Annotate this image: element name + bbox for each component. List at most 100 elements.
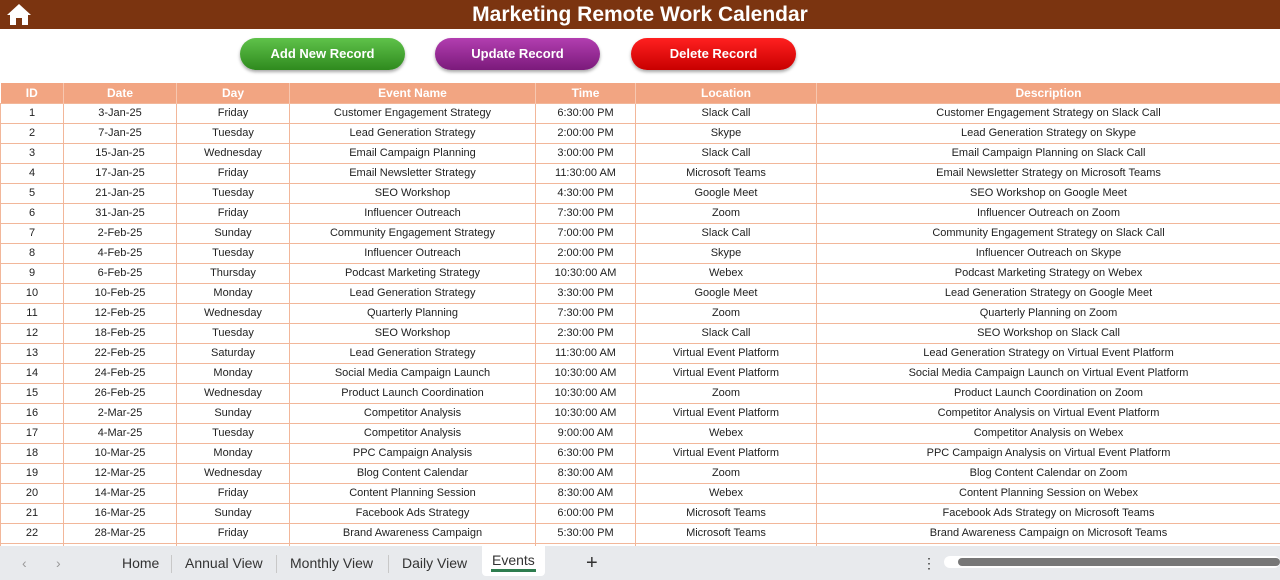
- table-cell[interactable]: 9: [0, 262, 64, 284]
- table-cell[interactable]: 20: [0, 482, 64, 504]
- table-cell[interactable]: 17-Jan-25: [63, 162, 177, 184]
- table-cell[interactable]: 9:00:00 AM: [535, 422, 636, 444]
- table-cell[interactable]: Wednesday: [176, 382, 290, 404]
- table-cell[interactable]: 7: [0, 222, 64, 244]
- table-cell[interactable]: Wednesday: [176, 302, 290, 324]
- table-cell[interactable]: 17: [0, 422, 64, 444]
- table-cell[interactable]: 10:30:00 AM: [535, 382, 636, 404]
- table-cell[interactable]: Virtual Event Platform: [635, 342, 817, 364]
- next-sheet-icon[interactable]: ›: [56, 546, 61, 580]
- table-row[interactable]: 22 28-Mar-25 Friday Brand Awareness Campaig…: [0, 522, 1280, 544]
- table-cell[interactable]: 12: [0, 322, 64, 344]
- table-cell[interactable]: Skype: [635, 242, 817, 264]
- update-record-button[interactable]: Update Record: [435, 38, 600, 70]
- table-cell[interactable]: Email Campaign Planning on Slack Call: [816, 142, 1280, 164]
- table-cell[interactable]: 12-Mar-25: [63, 462, 177, 484]
- table-cell[interactable]: 16-Mar-25: [63, 502, 177, 524]
- table-cell[interactable]: 10-Feb-25: [63, 282, 177, 304]
- table-cell[interactable]: 6:30:00 PM: [535, 102, 636, 124]
- table-cell[interactable]: 4: [0, 162, 64, 184]
- table-cell[interactable]: 18-Feb-25: [63, 322, 177, 344]
- table-cell[interactable]: 24-Feb-25: [63, 362, 177, 384]
- table-cell[interactable]: 15-Jan-25: [63, 142, 177, 164]
- table-cell[interactable]: 26-Feb-25: [63, 382, 177, 404]
- table-cell[interactable]: Community Engagement Strategy: [289, 222, 536, 244]
- table-cell[interactable]: Friday: [176, 102, 290, 124]
- table-cell[interactable]: Email Newsletter Strategy on Microsoft T…: [816, 162, 1280, 184]
- table-cell[interactable]: 2-Feb-25: [63, 222, 177, 244]
- table-cell[interactable]: Friday: [176, 482, 290, 504]
- table-cell[interactable]: 10-Mar-25: [63, 442, 177, 464]
- table-row[interactable]: 18 10-Mar-25 Monday PPC Campaign Analysis 6:…: [0, 442, 1280, 464]
- table-cell[interactable]: SEO Workshop on Slack Call: [816, 322, 1280, 344]
- table-cell[interactable]: 3: [0, 142, 64, 164]
- tab-monthly-view[interactable]: Monthly View: [290, 546, 373, 580]
- table-cell[interactable]: 10:30:00 AM: [535, 362, 636, 384]
- table-cell[interactable]: Brand Awareness Campaign on Microsoft Te…: [816, 522, 1280, 544]
- home-icon[interactable]: [6, 3, 32, 26]
- tab-home[interactable]: Home: [122, 546, 159, 580]
- table-cell[interactable]: 2:00:00 PM: [535, 122, 636, 144]
- table-cell[interactable]: 10:30:00 AM: [535, 402, 636, 424]
- table-cell[interactable]: Product Launch Coordination: [289, 382, 536, 404]
- table-cell[interactable]: 21-Jan-25: [63, 182, 177, 204]
- table-cell[interactable]: 3-Jan-25: [63, 102, 177, 124]
- table-cell[interactable]: Webex: [635, 262, 817, 284]
- table-cell[interactable]: Tuesday: [176, 322, 290, 344]
- table-cell[interactable]: PPC Campaign Analysis: [289, 442, 536, 464]
- table-cell[interactable]: Microsoft Teams: [635, 502, 817, 524]
- table-cell[interactable]: Friday: [176, 522, 290, 544]
- table-cell[interactable]: 21: [0, 502, 64, 524]
- table-cell[interactable]: Social Media Campaign Launch on Virtual …: [816, 362, 1280, 384]
- table-cell[interactable]: Podcast Marketing Strategy on Webex: [816, 262, 1280, 284]
- table-cell[interactable]: Friday: [176, 162, 290, 184]
- table-cell[interactable]: Customer Engagement Strategy: [289, 102, 536, 124]
- table-cell[interactable]: 3:00:00 PM: [535, 142, 636, 164]
- table-cell[interactable]: Skype: [635, 122, 817, 144]
- table-cell[interactable]: 19: [0, 462, 64, 484]
- table-cell[interactable]: Influencer Outreach on Zoom: [816, 202, 1280, 224]
- table-row[interactable]: 20 14-Mar-25 Friday Content Planning Sessio…: [0, 482, 1280, 504]
- table-cell[interactable]: Product Launch Coordination on Zoom: [816, 382, 1280, 404]
- table-cell[interactable]: Virtual Event Platform: [635, 442, 817, 464]
- table-cell[interactable]: Tuesday: [176, 242, 290, 264]
- table-cell[interactable]: 4:30:00 PM: [535, 182, 636, 204]
- table-cell[interactable]: Lead Generation Strategy: [289, 122, 536, 144]
- table-cell[interactable]: PPC Campaign Analysis on Virtual Event P…: [816, 442, 1280, 464]
- table-row[interactable]: 19 12-Mar-25 Wednesday Blog Content Calenda…: [0, 462, 1280, 484]
- table-cell[interactable]: 8:30:00 AM: [535, 462, 636, 484]
- table-cell[interactable]: Influencer Outreach: [289, 242, 536, 264]
- table-cell[interactable]: Monday: [176, 362, 290, 384]
- table-cell[interactable]: 6-Feb-25: [63, 262, 177, 284]
- table-cell[interactable]: 15: [0, 382, 64, 404]
- table-cell[interactable]: Monday: [176, 282, 290, 304]
- table-cell[interactable]: Community Engagement Strategy on Slack C…: [816, 222, 1280, 244]
- table-cell[interactable]: 4-Feb-25: [63, 242, 177, 264]
- add-sheet-icon[interactable]: +: [586, 546, 598, 580]
- table-cell[interactable]: Webex: [635, 482, 817, 504]
- table-cell[interactable]: Slack Call: [635, 222, 817, 244]
- table-row[interactable]: 13 22-Feb-25 Saturday Lead Generation Strat…: [0, 342, 1280, 364]
- table-cell[interactable]: 16: [0, 402, 64, 424]
- table-cell[interactable]: 8:30:00 AM: [535, 482, 636, 504]
- table-row[interactable]: 16 2-Mar-25 Sunday Competitor Analysis 10:30…: [0, 402, 1280, 424]
- table-cell[interactable]: 3:30:00 PM: [535, 282, 636, 304]
- table-cell[interactable]: 8: [0, 242, 64, 264]
- scrollbar-thumb[interactable]: [958, 558, 1280, 566]
- table-cell[interactable]: 4-Mar-25: [63, 422, 177, 444]
- table-cell[interactable]: 2-Mar-25: [63, 402, 177, 424]
- delete-record-button[interactable]: Delete Record: [631, 38, 796, 70]
- table-cell[interactable]: 5:30:00 PM: [535, 522, 636, 544]
- more-options-icon[interactable]: ⋮: [922, 546, 936, 580]
- table-cell[interactable]: Facebook Ads Strategy on Microsoft Teams: [816, 502, 1280, 524]
- table-cell[interactable]: Sunday: [176, 502, 290, 524]
- table-cell[interactable]: Wednesday: [176, 142, 290, 164]
- table-cell[interactable]: Blog Content Calendar: [289, 462, 536, 484]
- table-cell[interactable]: Podcast Marketing Strategy: [289, 262, 536, 284]
- table-cell[interactable]: Email Campaign Planning: [289, 142, 536, 164]
- table-cell[interactable]: 31-Jan-25: [63, 202, 177, 224]
- table-cell[interactable]: 10:30:00 AM: [535, 262, 636, 284]
- table-cell[interactable]: 11:30:00 AM: [535, 342, 636, 364]
- table-cell[interactable]: Slack Call: [635, 322, 817, 344]
- table-cell[interactable]: Zoom: [635, 382, 817, 404]
